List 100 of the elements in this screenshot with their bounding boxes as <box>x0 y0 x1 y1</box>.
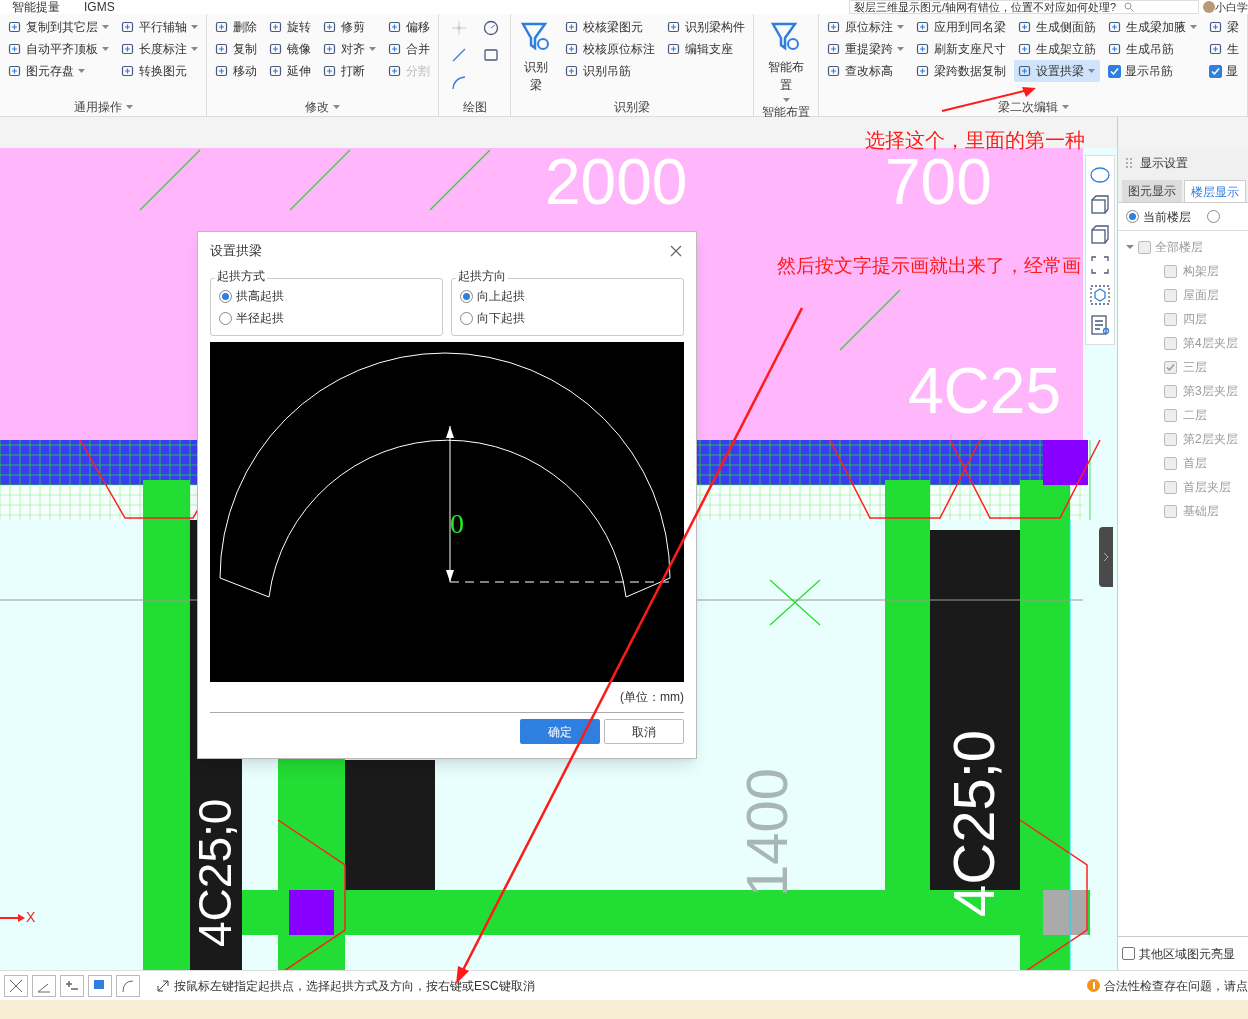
ribbon-button[interactable]: 合并 <box>384 38 434 60</box>
menu-tab[interactable]: 智能提量 <box>0 0 72 14</box>
ribbon-button[interactable]: 查改标高 <box>823 60 908 82</box>
ribbon-button[interactable]: 自动平齐顶板 <box>4 38 113 60</box>
tool-icon <box>565 64 580 78</box>
radio-label: 半径起拱 <box>236 310 284 327</box>
big-tool-button[interactable]: 识别梁 <box>515 20 558 94</box>
menu-tab[interactable]: IGMS <box>72 0 127 14</box>
arc-icon[interactable] <box>451 74 467 91</box>
checkbox[interactable] <box>1209 64 1222 78</box>
expand-caret-icon[interactable] <box>1126 243 1134 251</box>
view-list-icon[interactable] <box>1089 314 1111 336</box>
offset-button[interactable] <box>60 974 84 997</box>
radio-option[interactable]: 拱高起拱 <box>219 287 284 305</box>
radio-button[interactable] <box>1207 210 1220 223</box>
circle-icon[interactable] <box>482 20 499 36</box>
checkbox-option[interactable]: 显示吊筋 <box>1104 60 1201 82</box>
tool-icon <box>827 20 841 34</box>
ribbon-button[interactable]: 应用到同名梁 <box>912 16 1010 38</box>
ribbon-button[interactable]: 平行辅轴 <box>117 16 202 38</box>
arc-button[interactable] <box>116 974 140 997</box>
panel-tab[interactable]: 图元显示 <box>1122 180 1182 202</box>
checkbox[interactable] <box>1108 64 1121 78</box>
ribbon-button[interactable]: 移动 <box>211 60 261 82</box>
checkbox[interactable] <box>1138 240 1151 254</box>
orbit-icon[interactable] <box>1089 164 1111 186</box>
radio-button[interactable] <box>460 311 473 325</box>
ribbon-button[interactable]: 梁跨数据复制 <box>912 60 1010 82</box>
cancel-button[interactable]: 取消 <box>604 719 684 744</box>
radio-option[interactable]: 向下起拱 <box>460 309 525 327</box>
checkbox[interactable] <box>1164 336 1177 350</box>
checkbox[interactable] <box>1164 360 1177 374</box>
arc-icon <box>121 978 135 993</box>
ribbon-button[interactable]: 图元存盘 <box>4 60 113 82</box>
ribbon-button[interactable]: 校核原位标注 <box>561 38 660 60</box>
checkbox[interactable] <box>1164 312 1177 326</box>
radio-option[interactable]: 向上起拱 <box>460 287 525 305</box>
ribbon-button[interactable]: 旋转 <box>265 16 315 38</box>
line-icon[interactable] <box>451 47 467 64</box>
close-button[interactable] <box>668 243 684 259</box>
ribbon-button[interactable]: 镜像 <box>265 38 315 60</box>
checkbox[interactable] <box>1164 384 1177 398</box>
ribbon-button[interactable]: 梁 <box>1205 16 1243 38</box>
ribbon-button[interactable]: 识别梁构件 <box>663 16 750 38</box>
ribbon-button[interactable]: 重提梁跨 <box>823 38 908 60</box>
radio-button[interactable] <box>219 311 232 325</box>
ribbon-button[interactable]: 编辑支座 <box>663 38 750 60</box>
ribbon-button[interactable]: 刷新支座尺寸 <box>912 38 1010 60</box>
ribbon-button[interactable]: 设置拱梁 <box>1014 60 1100 82</box>
search-field[interactable]: 裂层三维显示图元/轴网有错位，位置不对应如何处理? <box>849 0 1199 14</box>
ribbon-button[interactable]: 长度标注 <box>117 38 202 60</box>
radio-button[interactable] <box>460 289 473 303</box>
cube-select-icon[interactable] <box>1089 284 1111 306</box>
checkbox[interactable] <box>1164 504 1177 518</box>
radio-button[interactable] <box>219 289 232 303</box>
confirm-button[interactable]: 确定 <box>520 719 600 744</box>
ribbon-button[interactable]: 生成侧面筋 <box>1014 16 1100 38</box>
checkbox[interactable] <box>1164 432 1177 446</box>
ribbon-button[interactable]: 偏移 <box>384 16 434 38</box>
checkbox[interactable] <box>1164 264 1177 278</box>
radio-option[interactable]: 当前楼层 <box>1126 207 1191 226</box>
checkbox[interactable] <box>1164 456 1177 470</box>
cube-3d-icon[interactable] <box>1089 194 1111 216</box>
ribbon-button[interactable]: 识别吊筋 <box>561 60 660 82</box>
select-button[interactable] <box>88 974 112 997</box>
radio-option[interactable]: 半径起拱 <box>219 309 284 327</box>
checkbox-option[interactable]: 显 <box>1205 60 1243 82</box>
ribbon-button[interactable]: 删除 <box>211 16 261 38</box>
ribbon-button[interactable]: 生 <box>1205 38 1243 60</box>
panel-tab[interactable]: 楼层显示 <box>1184 180 1246 202</box>
ribbon-button[interactable]: 复制到其它层 <box>4 16 113 38</box>
big-tool-button[interactable]: 智能布置 <box>758 20 814 103</box>
checkbox[interactable] <box>1164 480 1177 494</box>
user-name[interactable]: 小白学 <box>1215 1 1248 13</box>
checkbox[interactable] <box>1164 408 1177 422</box>
drag-handle-icon[interactable] <box>1126 157 1132 169</box>
cube-icon[interactable] <box>1089 224 1111 246</box>
checkbox[interactable] <box>1164 288 1177 302</box>
radio-button[interactable] <box>1126 210 1139 223</box>
caret-icon <box>369 46 376 52</box>
ribbon-button[interactable]: 延伸 <box>265 60 315 82</box>
ribbon-button[interactable]: 复制 <box>211 38 261 60</box>
ribbon-button[interactable]: 转换图元 <box>117 60 202 82</box>
checkbox[interactable] <box>1122 947 1135 960</box>
ribbon-button[interactable]: 生成吊筋 <box>1104 38 1201 60</box>
ribbon-button[interactable]: 生成梁加腋 <box>1104 16 1201 38</box>
collapse-handle[interactable] <box>1099 527 1113 587</box>
ribbon-button[interactable]: 对齐 <box>319 38 380 60</box>
ribbon-button[interactable]: 生成架立筋 <box>1014 38 1100 60</box>
avatar[interactable] <box>1203 1 1215 13</box>
selection-frame-icon[interactable] <box>1089 254 1111 276</box>
snap-cross-button[interactable] <box>4 974 28 997</box>
rectangle-icon[interactable] <box>482 47 499 64</box>
ribbon-button[interactable]: 原位标注 <box>823 16 908 38</box>
ribbon-button[interactable]: 校核梁图元 <box>561 16 660 38</box>
offset-icon <box>65 978 79 993</box>
tool-icon <box>667 20 682 34</box>
tool-icon <box>215 42 229 56</box>
ribbon-button[interactable]: 修剪 <box>319 16 380 38</box>
ribbon-button[interactable]: 打断 <box>319 60 380 82</box>
